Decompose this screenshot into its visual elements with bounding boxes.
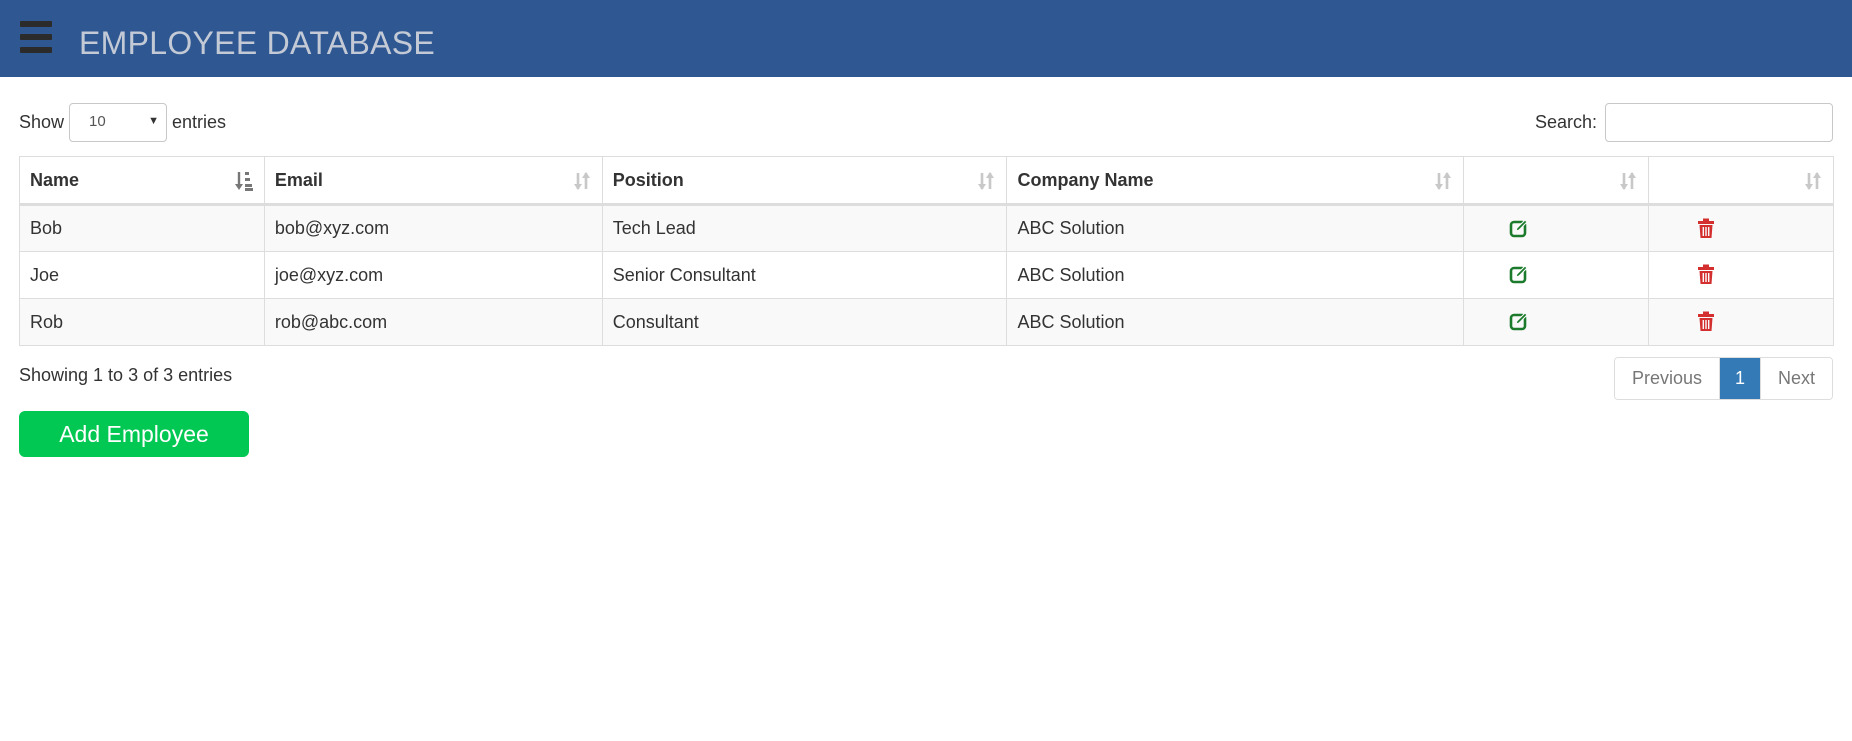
cell-email: bob@xyz.com (264, 204, 603, 252)
pagination-page-1[interactable]: 1 (1718, 358, 1760, 399)
chevron-down-icon: ▼ (148, 115, 160, 127)
table-row: Joe joe@xyz.com Senior Consultant ABC So… (19, 251, 1834, 299)
column-header-edit[interactable] (1463, 156, 1650, 206)
entries-length-control: Show 10 ▼ entries (19, 103, 226, 142)
column-header-delete[interactable] (1648, 156, 1834, 206)
column-header-label: Position (612, 169, 684, 190)
cell-delete (1648, 298, 1834, 346)
app-title: EMPLOYEE DATABASE (79, 25, 436, 61)
cell-company: ABC Solution (1006, 298, 1465, 346)
column-header-position[interactable]: Position (602, 156, 1008, 206)
edit-icon[interactable] (1509, 264, 1529, 284)
cell-email: joe@xyz.com (264, 251, 603, 299)
cell-position: Consultant (602, 298, 1008, 346)
edit-icon[interactable] (1509, 311, 1529, 331)
column-header-label: Email (274, 169, 323, 190)
cell-email: rob@abc.com (264, 298, 603, 346)
cell-name: Bob (19, 204, 265, 252)
sort-both-icon (573, 172, 590, 190)
cell-delete (1648, 204, 1834, 252)
column-header-company[interactable]: Company Name (1006, 156, 1465, 206)
show-label: Show (19, 112, 65, 132)
search-input[interactable] (1605, 103, 1833, 142)
table-info: Showing 1 to 3 of 3 entries (19, 365, 233, 385)
cell-edit (1463, 251, 1650, 299)
cell-name: Rob (19, 298, 265, 346)
table-header-row: Name Email Position Company Name (19, 156, 1834, 206)
trash-icon[interactable] (1696, 264, 1716, 284)
pagination-previous[interactable]: Previous (1614, 358, 1719, 399)
search-control: Search: (1535, 103, 1833, 142)
entries-per-page-select[interactable]: 10 ▼ (69, 103, 168, 142)
sort-both-icon (1620, 172, 1637, 190)
cell-company: ABC Solution (1006, 204, 1465, 252)
trash-icon[interactable] (1696, 311, 1716, 331)
sort-both-icon (1805, 172, 1821, 190)
cell-position: Senior Consultant (602, 251, 1008, 299)
cell-edit (1463, 298, 1650, 346)
top-navbar: EMPLOYEE DATABASE (0, 0, 1852, 77)
cell-edit (1463, 204, 1650, 252)
column-header-email[interactable]: Email (264, 156, 603, 206)
sort-both-icon (1435, 172, 1452, 190)
search-label: Search: (1534, 112, 1597, 132)
add-employee-button[interactable]: Add Employee (19, 411, 249, 457)
cell-name: Joe (19, 251, 265, 299)
sort-both-icon (978, 172, 995, 190)
column-header-label: Company Name (1017, 169, 1154, 190)
employee-table: Name Email Position Company Name Bob bob… (19, 156, 1834, 346)
cell-delete (1648, 251, 1834, 299)
entries-per-page-value: 10 (89, 113, 106, 130)
entries-label: entries (172, 112, 227, 132)
table-row: Bob bob@xyz.com Tech Lead ABC Solution (19, 204, 1834, 252)
sort-ascending-icon (234, 172, 253, 191)
cell-position: Tech Lead (602, 204, 1008, 252)
hamburger-menu-icon[interactable] (20, 20, 52, 54)
cell-company: ABC Solution (1006, 251, 1465, 299)
column-header-label: Name (30, 169, 80, 190)
table-row: Rob rob@abc.com Consultant ABC Solution (19, 298, 1834, 346)
edit-icon[interactable] (1509, 218, 1529, 238)
trash-icon[interactable] (1696, 218, 1716, 238)
pagination: Previous 1 Next (1613, 357, 1833, 400)
pagination-next[interactable]: Next (1759, 358, 1832, 399)
column-header-name[interactable]: Name (19, 156, 265, 206)
